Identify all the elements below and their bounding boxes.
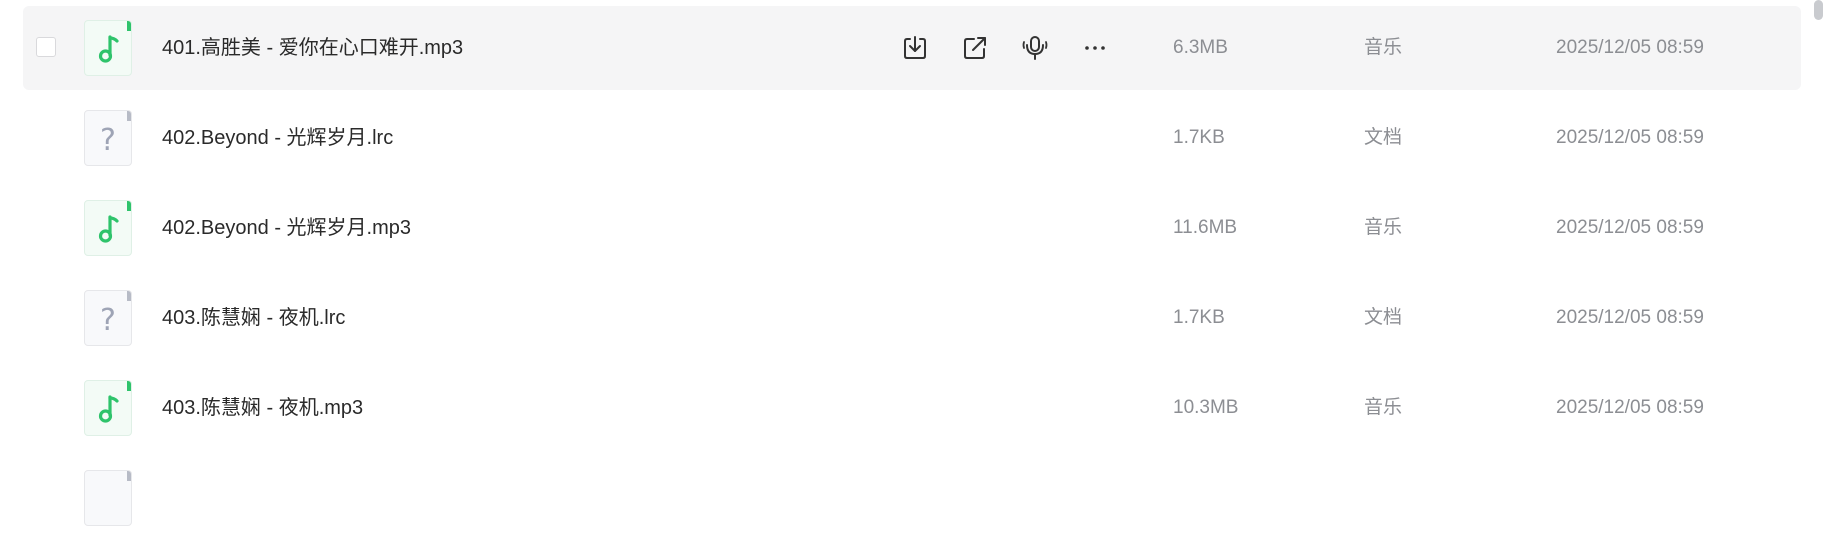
file-row[interactable]: 401.高胜美 - 爱你在心口难开.mp3 6.3MB 音乐 2025/12/0… — [23, 6, 1801, 90]
file-type: 音乐 — [1364, 37, 1403, 58]
file-modified-time: 2025/12/05 08:59 — [1556, 127, 1704, 148]
scrollbar-thumb[interactable] — [1814, 0, 1823, 20]
download-icon[interactable] — [901, 34, 929, 62]
unknown-file-icon: ? — [84, 290, 132, 346]
file-type: 文档 — [1364, 127, 1403, 148]
file-modified-time: 2025/12/05 08:59 — [1556, 217, 1704, 238]
music-file-icon — [84, 380, 132, 436]
unknown-file-icon: ? — [84, 110, 132, 166]
file-name[interactable]: 403.陈慧娴 - 夜机.lrc — [162, 276, 345, 360]
file-row[interactable]: 403.陈慧娴 - 夜机.mp3 10.3MB 音乐 2025/12/05 08… — [23, 366, 1801, 450]
more-dots-icon[interactable] — [1081, 34, 1109, 62]
music-file-icon — [84, 200, 132, 256]
file-name[interactable]: 401.高胜美 - 爱你在心口难开.mp3 — [162, 6, 463, 90]
file-type: 文档 — [1364, 307, 1403, 328]
share-icon[interactable] — [961, 34, 989, 62]
file-row[interactable] — [23, 456, 1801, 540]
file-type: 音乐 — [1364, 397, 1403, 418]
file-type: 音乐 — [1364, 217, 1403, 238]
file-modified-time: 2025/12/05 08:59 — [1556, 397, 1704, 418]
file-size: 10.3MB — [1173, 397, 1239, 418]
file-name[interactable]: 402.Beyond - 光辉岁月.lrc — [162, 96, 393, 180]
file-size: 1.7KB — [1173, 307, 1225, 328]
file-size: 1.7KB — [1173, 127, 1225, 148]
unknown-file-icon — [84, 470, 132, 526]
file-modified-time: 2025/12/05 08:59 — [1556, 307, 1704, 328]
file-name[interactable]: 403.陈慧娴 - 夜机.mp3 — [162, 366, 363, 450]
file-modified-time: 2025/12/05 08:59 — [1556, 37, 1704, 58]
file-size: 11.6MB — [1173, 217, 1238, 238]
file-list: 401.高胜美 - 爱你在心口难开.mp3 6.3MB 音乐 2025/12/0… — [0, 0, 1823, 526]
microphone-icon[interactable] — [1021, 34, 1049, 62]
file-row[interactable]: ? 402.Beyond - 光辉岁月.lrc 1.7KB 文档 2025/12… — [23, 96, 1801, 180]
file-size: 6.3MB — [1173, 37, 1228, 58]
music-file-icon — [84, 20, 132, 76]
file-name[interactable]: 402.Beyond - 光辉岁月.mp3 — [162, 186, 411, 270]
file-row[interactable]: ? 403.陈慧娴 - 夜机.lrc 1.7KB 文档 2025/12/05 0… — [23, 276, 1801, 360]
row-checkbox[interactable] — [36, 37, 56, 57]
file-row[interactable]: 402.Beyond - 光辉岁月.mp3 11.6MB 音乐 2025/12/… — [23, 186, 1801, 270]
